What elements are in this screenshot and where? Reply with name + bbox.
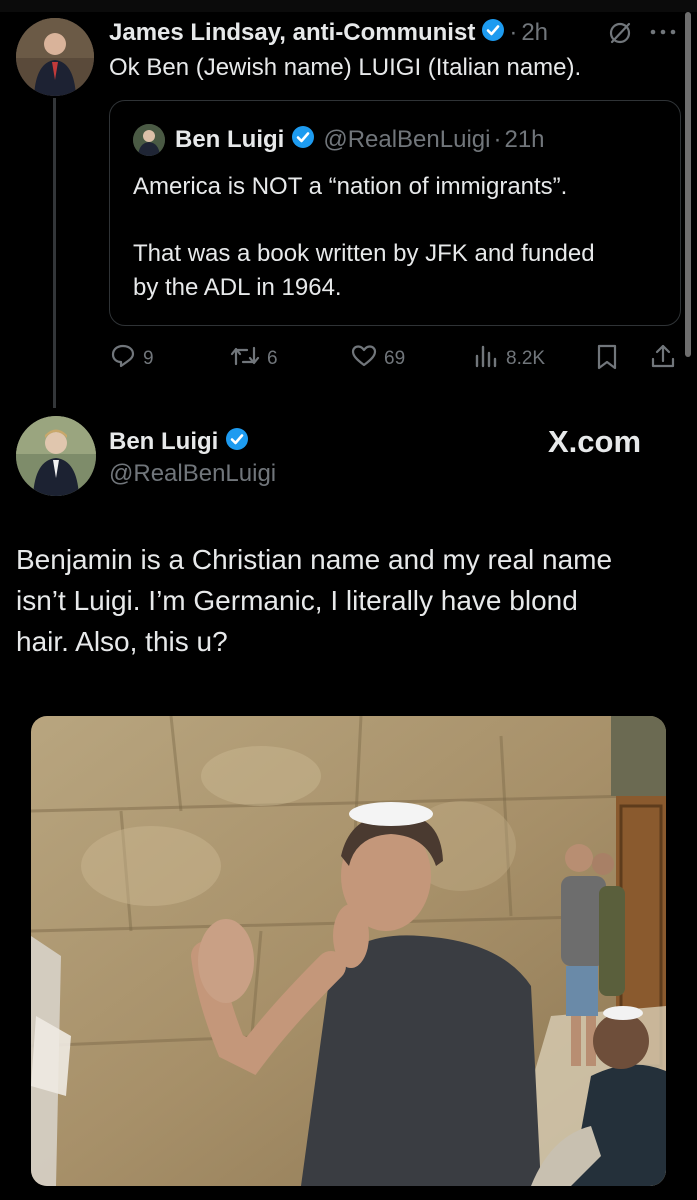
tweet-text-line: Benjamin is a Christian name and my real… — [16, 544, 613, 575]
views-count: 8.2K — [506, 348, 546, 369]
author-name[interactable]: Ben Luigi — [109, 428, 218, 456]
verified-badge-icon — [225, 427, 249, 458]
scrollbar[interactable] — [685, 12, 691, 357]
handle[interactable]: @RealBenLuigi — [109, 460, 276, 488]
author-name: Ben Luigi — [175, 126, 285, 153]
tweet-text: Ok Ben (Jewish name) LUIGI (Italian name… — [109, 54, 582, 81]
timestamp: 21h — [504, 126, 545, 153]
like-icon — [350, 342, 378, 376]
status-strip — [0, 0, 697, 12]
separator-dot: · — [493, 126, 502, 153]
tweet-photo[interactable] — [31, 716, 666, 1186]
bookmark-icon[interactable] — [594, 343, 620, 376]
avatar[interactable] — [16, 18, 94, 96]
tweet-text-line: isn’t Luigi. I’m Germanic, I literally h… — [16, 585, 578, 616]
quote-text-line: That was a book written by JFK and funde… — [133, 240, 595, 267]
like-button[interactable]: 69 — [350, 342, 405, 376]
share-icon[interactable] — [649, 342, 677, 375]
verified-badge-icon — [481, 18, 505, 49]
quote-text-line: America is NOT a “nation of immigrants”. — [133, 173, 568, 200]
avatar[interactable] — [16, 416, 96, 496]
reply-button[interactable]: 9 — [109, 342, 154, 376]
thread-line — [53, 98, 56, 408]
views-icon — [472, 342, 500, 376]
reply-count: 9 — [143, 348, 154, 369]
author-name[interactable]: James Lindsay, anti-Communist — [109, 19, 475, 47]
reply-icon — [109, 342, 137, 376]
repost-button[interactable]: 6 — [229, 342, 278, 376]
avatar — [133, 124, 165, 156]
grok-icon[interactable] — [607, 20, 633, 51]
views-button[interactable]: 8.2K — [472, 342, 545, 376]
tweet-header: Ben Luigi — [109, 425, 249, 459]
verified-badge-icon — [291, 125, 315, 156]
quote-card[interactable]: Ben Luigi @RealBenLuigi · 21h America is… — [109, 100, 681, 326]
repost-count: 6 — [267, 348, 278, 369]
handle: @RealBenLuigi — [323, 126, 491, 153]
quote-text-line: by the ADL in 1964. — [133, 274, 342, 301]
more-icon[interactable] — [648, 24, 678, 45]
separator-dot: · — [509, 19, 518, 46]
tweet-header: James Lindsay, anti-Communist · 2h — [109, 16, 548, 50]
repost-icon — [229, 342, 261, 376]
source-label: X.com — [548, 424, 642, 459]
tweet-text-line: hair. Also, this u? — [16, 626, 228, 657]
timestamp[interactable]: 2h — [521, 19, 548, 47]
like-count: 69 — [384, 348, 406, 369]
quote-header: Ben Luigi @RealBenLuigi · 21h — [175, 125, 545, 155]
